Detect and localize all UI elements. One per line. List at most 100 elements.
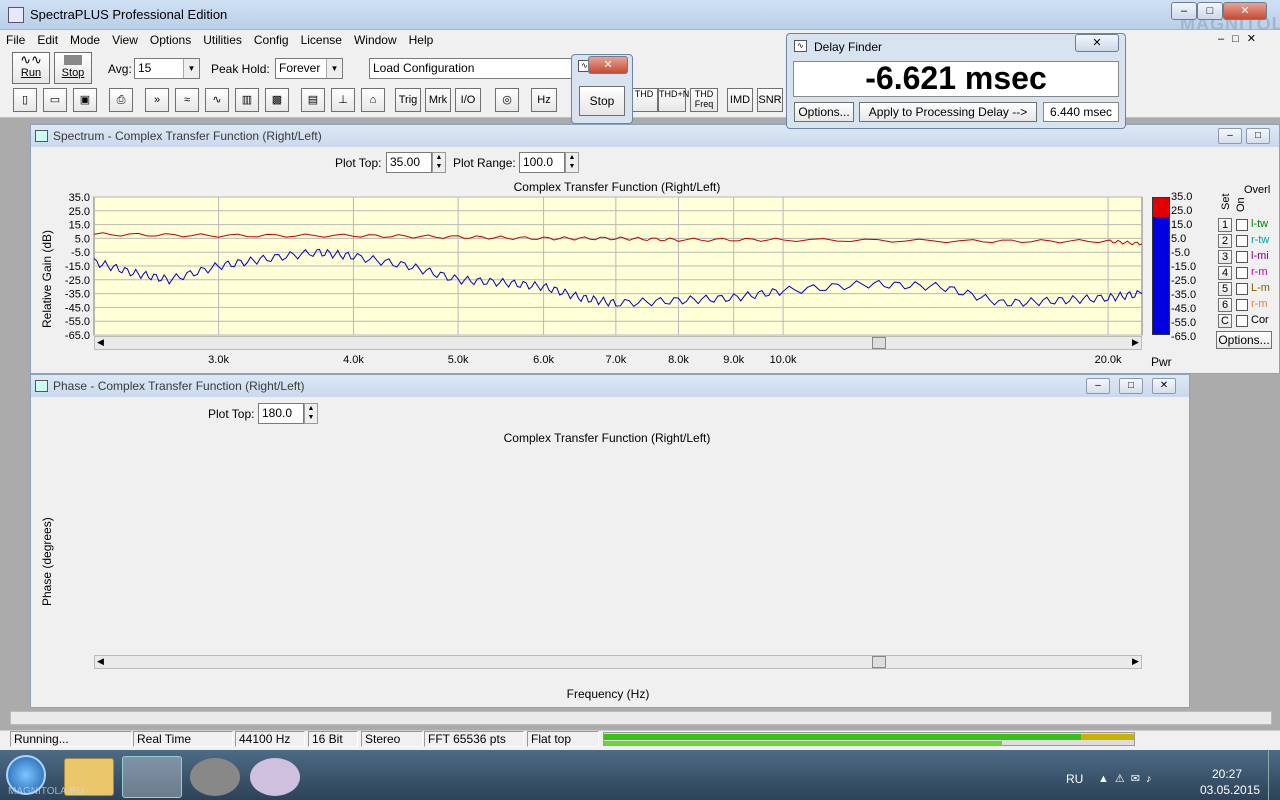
- speaker-app-taskbar-icon[interactable]: [190, 758, 240, 796]
- color-scale-tick: -25.0: [1171, 275, 1197, 287]
- legend-label: r-m: [1251, 266, 1268, 278]
- tray-icons[interactable]: ▲⚠✉♪: [1098, 772, 1157, 785]
- phase-chart-title: Complex Transfer Function (Right/Left): [503, 431, 711, 445]
- status-field-0: Running...: [10, 731, 132, 747]
- x-tick-label: 8.0k: [668, 354, 689, 366]
- scroll-right-icon[interactable]: ▶: [1132, 337, 1139, 348]
- y-tick-label: 25.0: [69, 206, 90, 218]
- legend-set-button[interactable]: 2: [1218, 234, 1232, 248]
- apply-delay-button[interactable]: Apply to Processing Delay -->: [859, 102, 1037, 122]
- legend-label: L-m: [1251, 282, 1270, 294]
- color-scale-tick: 5.0: [1171, 233, 1187, 245]
- legend-checkbox[interactable]: [1236, 283, 1248, 295]
- legend-header-overlay: Overl: [1244, 184, 1271, 196]
- legend-set-button[interactable]: 6: [1218, 298, 1232, 312]
- level-meter-right: [604, 741, 1002, 746]
- legend-label: r-tw: [1251, 234, 1270, 246]
- legend-set-button[interactable]: 1: [1218, 218, 1232, 232]
- scroll-right-icon[interactable]: ▶: [1132, 656, 1139, 667]
- status-field-4: Stereo: [361, 731, 423, 747]
- color-scale-tick: 15.0: [1171, 219, 1193, 231]
- x-tick-label: 6.0k: [533, 354, 554, 366]
- level-meter: [603, 732, 1135, 746]
- legend-set-button[interactable]: 4: [1218, 266, 1232, 280]
- legend-label: Cor: [1251, 314, 1269, 326]
- legend-options-button[interactable]: Options...: [1216, 331, 1272, 349]
- legend-checkbox[interactable]: [1236, 267, 1248, 279]
- phase-window-title: Phase - Complex Transfer Function (Right…: [53, 379, 305, 393]
- legend-checkbox[interactable]: [1236, 315, 1248, 327]
- y-tick-label: -25.0: [65, 275, 90, 287]
- legend-set-button[interactable]: 5: [1218, 282, 1232, 296]
- legend-label: l-mi: [1251, 250, 1269, 262]
- color-scale-tick: 25.0: [1171, 205, 1193, 217]
- legend-label: r-m: [1251, 298, 1268, 310]
- phase-plot-top-input[interactable]: 180.0: [258, 403, 304, 424]
- y-tick-label: 5.0: [75, 233, 90, 245]
- spectrum-horizontal-scrollbar[interactable]: [94, 336, 1142, 350]
- legend-label: l-tw: [1251, 218, 1269, 230]
- color-scale-tick: 35.0: [1171, 191, 1193, 203]
- paint-taskbar-icon[interactable]: [250, 758, 300, 796]
- applied-delay-value: 6.440 msec: [1049, 105, 1113, 119]
- phase-maximize-button[interactable]: □: [1119, 378, 1143, 394]
- legend-checkbox[interactable]: [1236, 219, 1248, 231]
- clock-date[interactable]: 03.05.2015: [1200, 783, 1260, 797]
- color-scale-tick: -45.0: [1171, 303, 1197, 315]
- applied-delay-field: 6.440 msec: [1043, 102, 1119, 122]
- stop-popup-button[interactable]: Stop: [579, 86, 625, 116]
- phase-close-button[interactable]: ✕: [1152, 378, 1176, 394]
- delay-finder-title: Delay Finder: [814, 40, 883, 54]
- legend-header-set: Set: [1220, 193, 1232, 210]
- color-scale-tick: -55.0: [1171, 317, 1197, 329]
- mdi-horizontal-scrollbar[interactable]: [10, 711, 1272, 725]
- delay-finder-close-button[interactable]: ✕: [1075, 34, 1119, 52]
- stop-popup-close-button[interactable]: ✕: [588, 56, 628, 74]
- x-tick-label: 20.0k: [1095, 354, 1122, 366]
- stop-popup-label: Stop: [589, 94, 615, 108]
- phase-minimize-button[interactable]: –: [1086, 378, 1110, 394]
- phase-plot-top-value: 180.0: [262, 406, 293, 420]
- delay-finder-icon: ∿: [794, 40, 807, 52]
- legend-set-button[interactable]: 3: [1218, 250, 1232, 264]
- scroll-left-icon[interactable]: ◀: [97, 656, 104, 667]
- scroll-left-icon[interactable]: ◀: [97, 337, 104, 348]
- legend-checkbox[interactable]: [1236, 299, 1248, 311]
- legend-checkbox[interactable]: [1236, 235, 1248, 247]
- show-desktop-button[interactable]: [1268, 750, 1280, 800]
- phase-icon: [35, 380, 48, 392]
- status-field-2: 44100 Hz: [235, 731, 305, 747]
- legend-header-on: On: [1235, 197, 1247, 212]
- legend-set-button[interactable]: C: [1218, 314, 1232, 328]
- scroll-thumb[interactable]: [872, 656, 886, 668]
- clock-time[interactable]: 20:27: [1212, 767, 1242, 781]
- spectraplus-taskbar-icon[interactable]: [122, 756, 182, 798]
- phase-plot-top-label: Plot Top:: [208, 407, 255, 421]
- color-scale-tick: -5.0: [1171, 247, 1190, 259]
- status-field-5: FFT 65536 pts: [424, 731, 524, 747]
- delay-value: -6.621 msec: [865, 60, 1047, 96]
- delay-options-button[interactable]: Options...: [794, 102, 854, 122]
- phase-y-axis-label: Phase (degrees): [40, 517, 54, 606]
- y-tick-label: -35.0: [65, 289, 90, 301]
- phase-title-bar: Phase - Complex Transfer Function (Right…: [31, 375, 1189, 397]
- language-indicator[interactable]: RU: [1066, 772, 1083, 786]
- status-field-6: Flat top: [527, 731, 599, 747]
- apply-delay-label: Apply to Processing Delay -->: [868, 105, 1028, 119]
- phase-x-axis-label: Frequency (Hz): [566, 687, 650, 701]
- scroll-thumb[interactable]: [872, 337, 886, 349]
- status-field-1: Real Time: [133, 731, 233, 747]
- y-tick-label: -5.0: [71, 247, 90, 259]
- phase-plot-top-spinner[interactable]: ▲ ▼: [304, 403, 318, 424]
- color-scale-tick: -35.0: [1171, 289, 1197, 301]
- x-tick-label: 10.0k: [770, 354, 797, 366]
- x-tick-label: 9.0k: [723, 354, 744, 366]
- y-tick-label: -65.0: [65, 330, 90, 342]
- level-meter-left: [604, 734, 1134, 740]
- y-tick-label: 15.0: [69, 220, 90, 232]
- phase-horizontal-scrollbar[interactable]: [94, 655, 1142, 669]
- status-field-3: 16 Bit: [308, 731, 358, 747]
- y-tick-label: -55.0: [65, 316, 90, 328]
- legend-options-label: Options...: [1218, 333, 1270, 347]
- legend-checkbox[interactable]: [1236, 251, 1248, 263]
